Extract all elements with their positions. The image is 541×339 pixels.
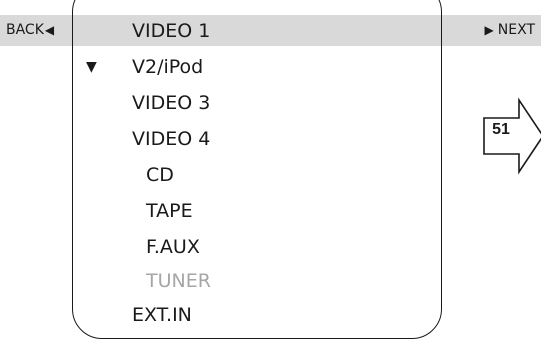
menu-item-f-aux[interactable]: F.AUX (146, 229, 200, 265)
check-mark-icon: ▼ (86, 59, 97, 75)
menu-item-label: VIDEO 1 (132, 20, 211, 42)
next-arrow-icon: ▶ (484, 23, 494, 37)
menu-item-video-4[interactable]: VIDEO 4 (132, 121, 210, 157)
menu-item-label: CD (146, 164, 174, 186)
page-reference-arrow: 51 (483, 96, 541, 176)
menu-item-video-3[interactable]: VIDEO 3 (132, 85, 210, 121)
menu-item-label: VIDEO 3 (132, 92, 211, 114)
menu-item-ext-in[interactable]: EXT.IN (132, 297, 192, 333)
menu-item-tape[interactable]: TAPE (146, 193, 193, 229)
next-label: NEXT (497, 22, 535, 38)
menu-item-label: EXT.IN (132, 304, 192, 326)
input-select-menu-frame (72, 0, 442, 339)
menu-item-tuner[interactable]: TUNER (146, 263, 211, 299)
menu-item-label: F.AUX (146, 236, 200, 258)
menu-item-label: VIDEO 4 (132, 128, 211, 150)
next-button[interactable]: ▶ NEXT (485, 15, 535, 46)
menu-item-label: TUNER (146, 270, 211, 292)
menu-item-v2-ipod[interactable]: V2/iPod (132, 49, 203, 85)
back-arrow-icon: ◀ (44, 23, 55, 37)
back-button[interactable]: BACK◀ (6, 15, 54, 46)
menu-item-label: V2/iPod (132, 56, 204, 78)
back-label: BACK (6, 22, 44, 38)
page-number: 51 (492, 121, 510, 138)
selected-row-highlight (0, 15, 541, 46)
menu-item-cd[interactable]: CD (146, 157, 174, 193)
menu-item-video-1[interactable]: VIDEO 1 (132, 13, 210, 49)
menu-item-label: TAPE (146, 200, 193, 222)
